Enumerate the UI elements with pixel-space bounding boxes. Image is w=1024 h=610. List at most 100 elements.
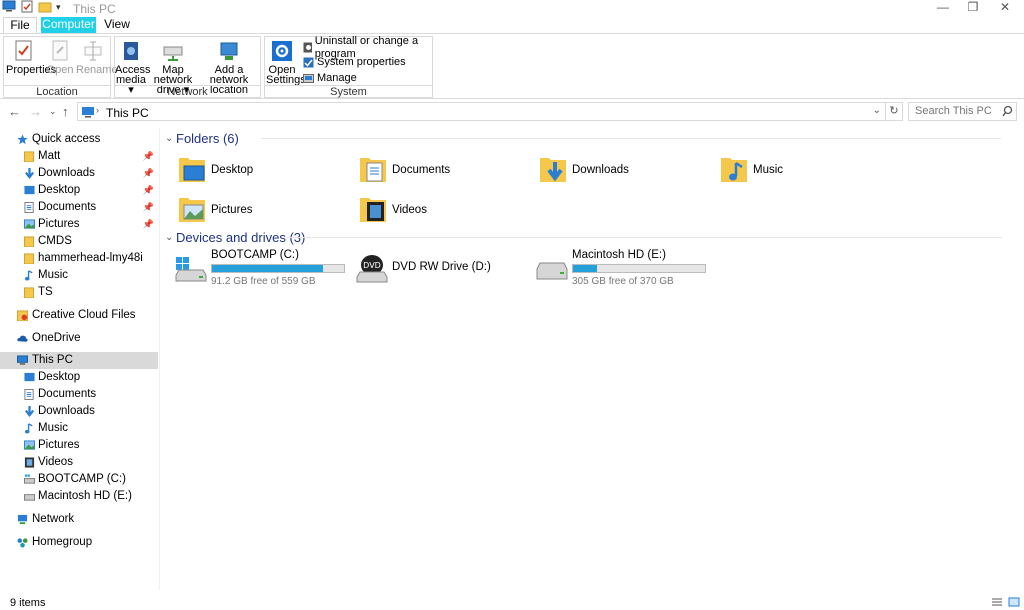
sidebar-item-pc-videos[interactable]: Videos xyxy=(0,454,158,471)
details-view-icon[interactable] xyxy=(991,597,1003,607)
sidebar-item-desktop[interactable]: Desktop 📌 xyxy=(0,182,158,199)
back-arrow-icon[interactable]: ← xyxy=(8,104,21,119)
breadcrumb-separator-icon[interactable]: › xyxy=(96,105,99,115)
large-icons-view-icon[interactable] xyxy=(1008,597,1020,607)
pane-divider[interactable] xyxy=(159,128,160,590)
folder-pictures[interactable]: Pictures xyxy=(178,194,348,230)
sidebar-item-documents[interactable]: Documents 📌 xyxy=(0,199,158,216)
folder-videos[interactable]: Videos xyxy=(359,194,529,230)
qat-dropdown-icon[interactable]: ▾ xyxy=(56,2,61,13)
sidebar-item-matt[interactable]: Matt 📌 xyxy=(0,148,158,165)
search-icon[interactable] xyxy=(1002,105,1013,118)
drive-dvd[interactable]: DVD DVD RW Drive (D:) xyxy=(356,249,536,289)
tab-file[interactable]: File xyxy=(3,17,37,33)
sidebar-item-quick-access[interactable]: Quick access xyxy=(0,131,158,148)
minimize-button[interactable]: — xyxy=(928,0,958,16)
computer-icon[interactable] xyxy=(2,0,16,15)
manage-icon xyxy=(303,74,314,83)
address-bar[interactable]: › This PC ⌄ xyxy=(77,102,886,121)
forward-arrow-icon[interactable]: → xyxy=(29,104,42,119)
open-button[interactable]: Open xyxy=(46,39,74,76)
sidebar-item-cmds[interactable]: CMDS xyxy=(0,233,158,250)
sidebar-item-pc-documents[interactable]: Documents xyxy=(0,386,158,403)
new-folder-qat-icon[interactable] xyxy=(38,0,52,16)
up-arrow-icon[interactable]: ↑ xyxy=(62,104,69,119)
computer-icon xyxy=(17,355,28,365)
sidebar-item-ts[interactable]: TS xyxy=(0,284,158,301)
properties-qat-icon[interactable] xyxy=(20,0,34,16)
documents-icon xyxy=(24,389,34,400)
system-group: Open Settings Uninstall or change a prog… xyxy=(264,35,433,98)
drive-macintosh-hd[interactable]: Macintosh HD (E:) 305 GB free of 370 GB xyxy=(536,249,716,289)
sidebar-item-pc-downloads[interactable]: Downloads xyxy=(0,403,158,420)
close-button[interactable]: ✕ xyxy=(990,0,1020,16)
drives-section-header[interactable]: ⌄ Devices and drives (3) xyxy=(165,228,1005,246)
sidebar-item-pc-macintosh-hd[interactable]: Macintosh HD (E:) xyxy=(0,488,158,505)
sidebar-item-music[interactable]: Music xyxy=(0,267,158,284)
downloads-folder-icon xyxy=(540,158,566,182)
music-folder-icon xyxy=(721,158,747,182)
network-location-icon xyxy=(220,42,238,60)
star-icon xyxy=(17,134,28,145)
sidebar-item-creative-cloud[interactable]: Creative Cloud Files xyxy=(0,307,158,324)
pin-icon[interactable]: 📌 xyxy=(143,182,154,199)
restore-button[interactable]: ❐ xyxy=(958,0,988,16)
refresh-button[interactable]: ↻ xyxy=(886,102,903,121)
folder-desktop[interactable]: Desktop xyxy=(178,154,348,190)
drive-bootcamp[interactable]: BOOTCAMP (C:) 91.2 GB free of 559 GB xyxy=(175,249,355,289)
rename-icon xyxy=(84,41,102,61)
address-dropdown-icon[interactable]: ⌄ xyxy=(873,105,881,116)
network-drive-icon xyxy=(163,46,183,61)
system-properties-icon xyxy=(303,57,314,68)
folder-documents[interactable]: Documents xyxy=(359,154,529,190)
folders-section-header[interactable]: ⌄ Folders (6) xyxy=(165,129,1005,147)
sidebar-item-pc-bootcamp[interactable]: BOOTCAMP (C:) xyxy=(0,471,158,488)
search-box[interactable] xyxy=(908,102,1017,121)
system-properties-button[interactable]: System properties xyxy=(303,55,406,70)
pin-icon[interactable]: 📌 xyxy=(143,148,154,165)
sidebar-item-pc-pictures[interactable]: Pictures xyxy=(0,437,158,454)
sidebar-item-pictures[interactable]: Pictures 📌 xyxy=(0,216,158,233)
collapse-chevron-icon[interactable]: ⌄ xyxy=(165,133,176,144)
ribbon: Properties Open Rename Location Access m… xyxy=(0,33,1024,99)
breadcrumb[interactable]: This PC xyxy=(106,106,149,120)
folder-music[interactable]: Music xyxy=(720,154,890,190)
sidebar-item-onedrive[interactable]: OneDrive xyxy=(0,330,158,347)
item-count: 9 items xyxy=(10,597,46,609)
desktop-icon xyxy=(24,185,35,195)
pin-icon[interactable]: 📌 xyxy=(143,199,154,216)
sidebar-item-this-pc[interactable]: This PC xyxy=(0,352,158,369)
ribbon-tabs: File Computer View xyxy=(0,17,1024,33)
section-divider xyxy=(261,138,1001,139)
recent-locations-chevron-icon[interactable]: ⌄ xyxy=(49,106,57,117)
rename-button[interactable]: Rename xyxy=(76,39,118,76)
folder-downloads[interactable]: Downloads xyxy=(539,154,709,190)
system-group-label: System xyxy=(265,85,432,98)
manage-button[interactable]: Manage xyxy=(303,71,357,86)
uninstall-icon xyxy=(303,42,312,53)
sidebar-item-network[interactable]: Network xyxy=(0,511,158,528)
navigation-pane: Quick access Matt 📌 Downloads 📌 Desktop … xyxy=(0,128,158,590)
sidebar-item-downloads[interactable]: Downloads 📌 xyxy=(0,165,158,182)
pin-icon[interactable]: 📌 xyxy=(143,216,154,233)
search-input[interactable] xyxy=(909,103,999,119)
properties-button[interactable]: Properties xyxy=(6,39,56,76)
tab-computer[interactable]: Computer xyxy=(41,17,96,33)
sidebar-item-hammerhead[interactable]: hammerhead-lmy48i xyxy=(0,250,158,267)
open-settings-button[interactable]: Open Settings xyxy=(266,39,306,86)
sidebar-item-homegroup[interactable]: Homegroup xyxy=(0,534,158,551)
sidebar-item-pc-music[interactable]: Music xyxy=(0,420,158,437)
tab-view[interactable]: View xyxy=(100,17,134,33)
videos-icon xyxy=(24,457,35,468)
svg-text:DVD: DVD xyxy=(363,261,381,270)
collapse-chevron-icon[interactable]: ⌄ xyxy=(165,232,176,243)
uninstall-program-button[interactable]: Uninstall or change a program xyxy=(303,35,432,60)
sidebar-item-pc-desktop[interactable]: Desktop xyxy=(0,369,158,386)
documents-icon xyxy=(24,202,34,213)
properties-icon xyxy=(15,40,32,61)
quick-access-toolbar: ▾ xyxy=(2,0,61,15)
computer-icon xyxy=(82,107,94,118)
drive-icon xyxy=(24,494,35,501)
folder-icon xyxy=(24,151,35,162)
pin-icon[interactable]: 📌 xyxy=(143,165,154,182)
